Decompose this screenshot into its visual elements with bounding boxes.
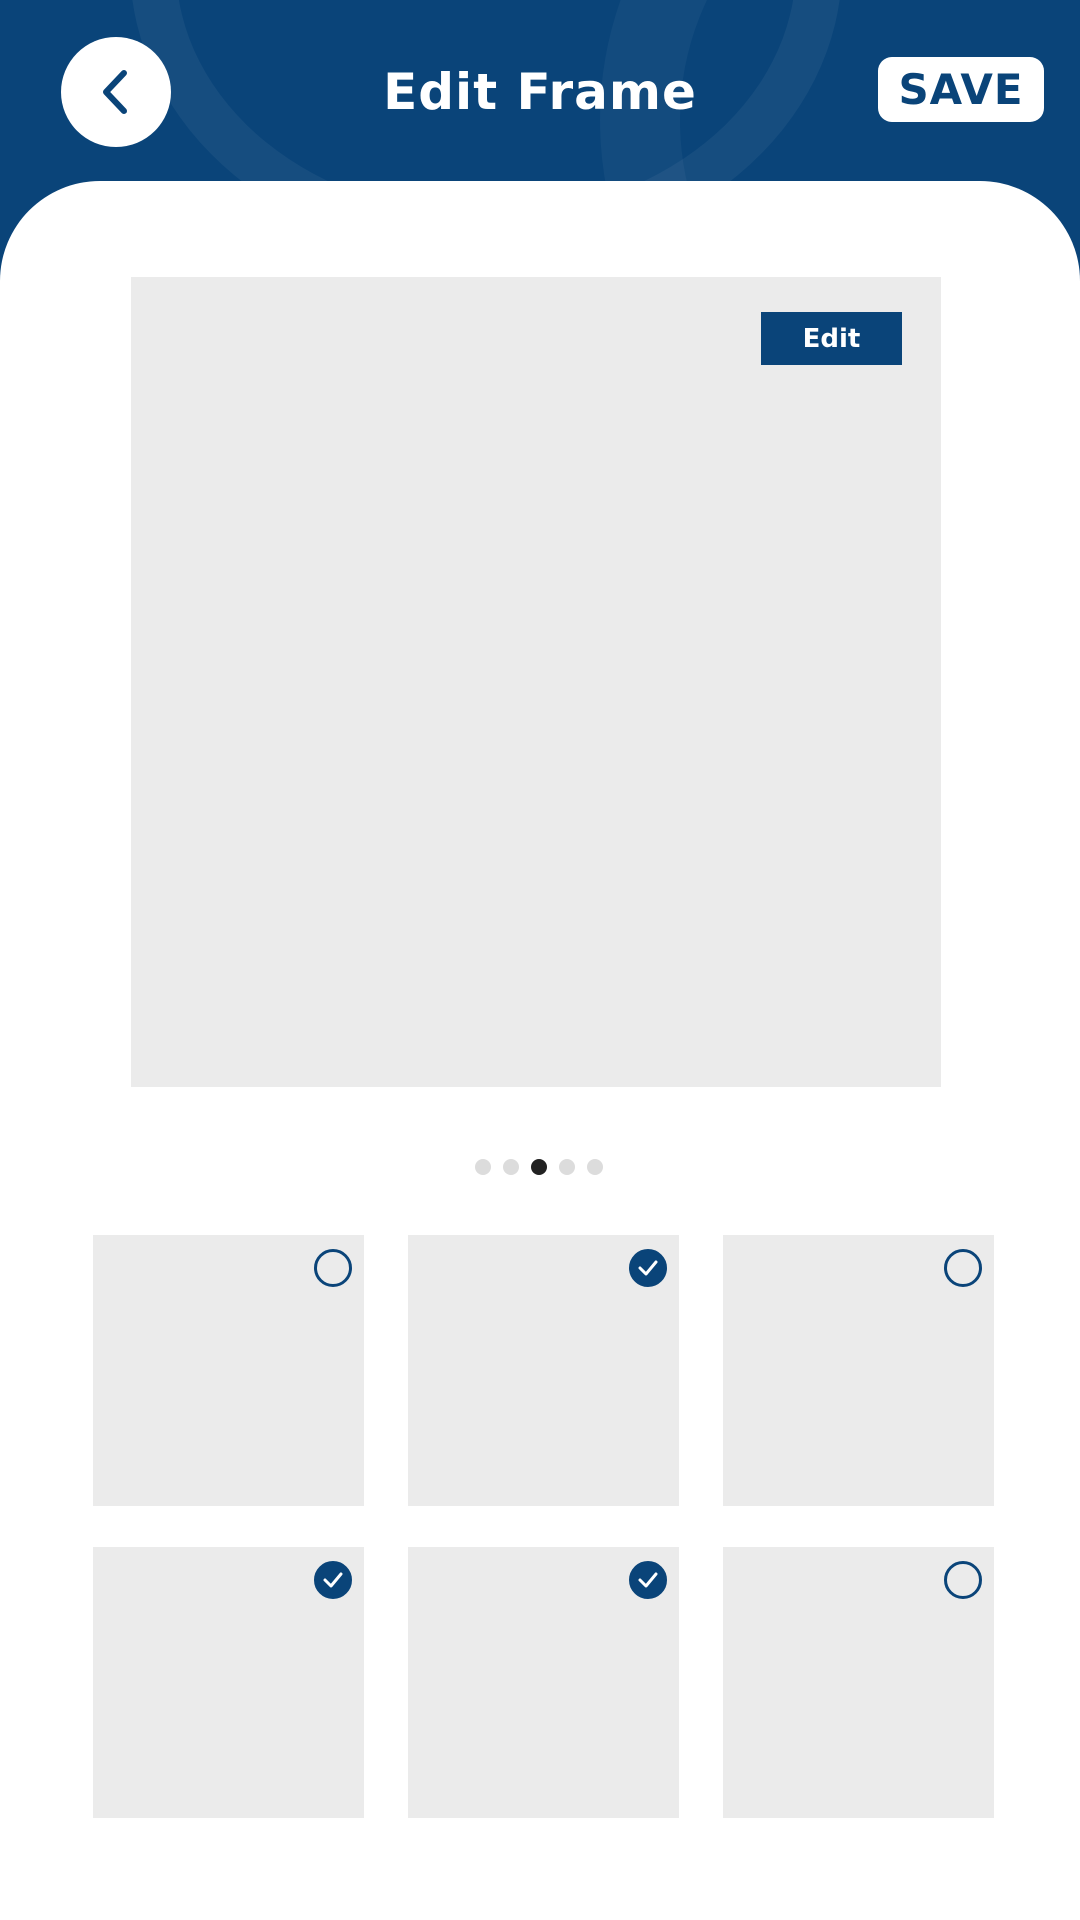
pagination-dot[interactable] [587, 1159, 603, 1175]
back-button[interactable] [61, 37, 171, 147]
frame-thumbnail[interactable] [408, 1547, 679, 1818]
chevron-left-icon [96, 67, 136, 117]
select-circle-icon[interactable] [944, 1249, 982, 1287]
frame-preview [131, 277, 941, 1087]
pagination-dots [475, 1159, 603, 1175]
edit-button[interactable]: Edit [761, 312, 902, 365]
pagination-dot[interactable] [559, 1159, 575, 1175]
pagination-dot[interactable] [503, 1159, 519, 1175]
page-title: Edit Frame [383, 63, 697, 121]
frame-thumbnail[interactable] [723, 1235, 994, 1506]
save-button[interactable]: SAVE [878, 57, 1044, 122]
select-circle-icon[interactable] [944, 1561, 982, 1599]
select-circle-icon[interactable] [314, 1249, 352, 1287]
frame-thumbnail[interactable] [723, 1547, 994, 1818]
frame-thumbnail[interactable] [93, 1235, 364, 1506]
frame-thumbnail[interactable] [93, 1547, 364, 1818]
check-circle-icon[interactable] [629, 1561, 667, 1599]
check-circle-icon[interactable] [314, 1561, 352, 1599]
pagination-dot[interactable] [475, 1159, 491, 1175]
check-circle-icon[interactable] [629, 1249, 667, 1287]
frame-thumbnail[interactable] [408, 1235, 679, 1506]
pagination-dot[interactable] [531, 1159, 547, 1175]
